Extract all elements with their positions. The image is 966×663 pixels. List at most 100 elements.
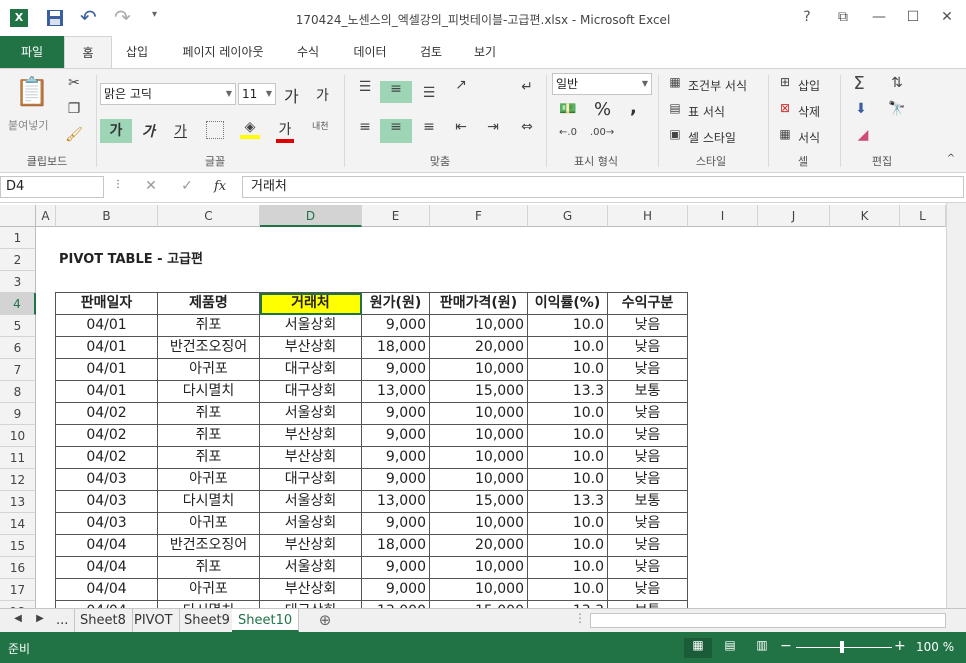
column-header-e[interactable]: E xyxy=(362,205,430,227)
sheet-title[interactable]: PIVOT TABLE - 고급편 xyxy=(59,249,359,271)
font-name-select[interactable]: 맑은 고딕 ▼ xyxy=(100,83,236,105)
tab-view[interactable]: 보기 xyxy=(462,36,508,68)
table-cell[interactable]: 15,000 xyxy=(430,491,528,513)
zoom-level[interactable]: 100 % xyxy=(916,640,954,654)
table-cell[interactable]: 부산상회 xyxy=(260,535,362,557)
table-cell[interactable]: 10.0 xyxy=(528,425,608,447)
select-all-corner[interactable] xyxy=(0,205,36,227)
row-header-9[interactable]: 9 xyxy=(0,403,36,425)
table-cell[interactable]: 낮음 xyxy=(608,359,688,381)
table-cell[interactable]: 서울상회 xyxy=(260,403,362,425)
table-cell[interactable]: 9,000 xyxy=(362,579,430,601)
border-icon[interactable] xyxy=(206,121,224,139)
table-cell[interactable]: 9,000 xyxy=(362,469,430,491)
table-cell[interactable]: 다시멸치 xyxy=(158,491,260,513)
table-cell[interactable]: 04/02 xyxy=(56,447,158,469)
column-header-j[interactable]: J xyxy=(758,205,830,227)
column-header-i[interactable]: I xyxy=(688,205,758,227)
table-cell[interactable]: 보통 xyxy=(608,381,688,403)
table-cell[interactable]: 04/01 xyxy=(56,315,158,337)
table-cell[interactable]: 10.0 xyxy=(528,557,608,579)
column-header-c[interactable]: C xyxy=(158,205,260,227)
paste-button[interactable]: 붙여넣기 xyxy=(8,117,48,133)
table-cell[interactable]: 04/02 xyxy=(56,425,158,447)
table-cell[interactable]: 13,000 xyxy=(362,601,430,608)
table-cell[interactable]: 낮음 xyxy=(608,425,688,447)
table-cell[interactable]: 10,000 xyxy=(430,469,528,491)
table-cell[interactable]: 다시멸치 xyxy=(158,601,260,608)
sheet-tab-pivot[interactable]: PIVOT xyxy=(128,609,180,632)
align-right-icon[interactable]: ≡ xyxy=(418,119,440,135)
clear-icon[interactable]: ◢ xyxy=(852,127,874,143)
table-cell[interactable]: 04/04 xyxy=(56,535,158,557)
zoom-slider-handle[interactable] xyxy=(840,641,844,653)
table-cell[interactable]: 쥐포 xyxy=(158,557,260,579)
conditional-format-icon[interactable]: ▦ xyxy=(666,75,684,89)
ribbon-display-button[interactable]: ⧉ xyxy=(832,6,854,28)
table-cell[interactable]: 18,000 xyxy=(362,535,430,557)
table-cell[interactable]: 13.3 xyxy=(528,381,608,403)
tab-file[interactable]: 파일 xyxy=(0,36,64,68)
table-cell[interactable]: 04/04 xyxy=(56,579,158,601)
autosum-icon[interactable]: Σ xyxy=(848,73,870,94)
table-cell[interactable]: 부산상회 xyxy=(260,337,362,359)
fill-icon[interactable]: ⬇ xyxy=(850,101,872,117)
enter-icon[interactable]: ✓ xyxy=(178,178,196,194)
row-header-15[interactable]: 15 xyxy=(0,535,36,557)
table-cell[interactable]: 9,000 xyxy=(362,359,430,381)
table-cell[interactable]: 15,000 xyxy=(430,381,528,403)
fill-color-icon[interactable]: ◈ xyxy=(240,119,260,139)
bold-button[interactable]: 가 xyxy=(100,119,132,143)
column-header-g[interactable]: G xyxy=(528,205,608,227)
column-header-b[interactable]: B xyxy=(56,205,158,227)
comma-button[interactable]: , xyxy=(630,97,637,118)
table-cell[interactable]: 04/02 xyxy=(56,403,158,425)
table-cell[interactable]: 9,000 xyxy=(362,513,430,535)
table-cell[interactable]: 아귀포 xyxy=(158,513,260,535)
table-cell[interactable]: 04/03 xyxy=(56,513,158,535)
insert-cells-button[interactable]: 삽입 xyxy=(798,77,820,94)
add-sheet-icon[interactable]: ⊕ xyxy=(316,611,334,629)
table-cell[interactable]: 10,000 xyxy=(430,315,528,337)
column-header-a[interactable]: A xyxy=(36,205,56,227)
table-cell[interactable]: 서울상회 xyxy=(260,491,362,513)
format-as-table-button[interactable]: 표 서식 xyxy=(688,103,725,120)
table-cell[interactable]: 10.0 xyxy=(528,359,608,381)
table-cell[interactable]: 13.3 xyxy=(528,601,608,608)
table-cell[interactable]: 9,000 xyxy=(362,557,430,579)
format-cells-button[interactable]: 서식 xyxy=(798,129,820,146)
column-header-h[interactable]: H xyxy=(608,205,688,227)
zoom-in-button[interactable]: + xyxy=(894,638,906,654)
format-painter-icon[interactable]: 🖌 xyxy=(64,127,84,143)
table-cell[interactable]: 9,000 xyxy=(362,425,430,447)
column-header-f[interactable]: F xyxy=(430,205,528,227)
row-header-17[interactable]: 17 xyxy=(0,579,36,601)
align-middle-icon[interactable]: ≡ xyxy=(380,81,412,103)
percent-button[interactable]: % xyxy=(594,99,611,120)
table-cell[interactable]: 04/03 xyxy=(56,469,158,491)
scroll-right-icon[interactable]: ▶ xyxy=(34,613,46,624)
table-cell[interactable]: 10.0 xyxy=(528,469,608,491)
orientation-icon[interactable]: ↗ xyxy=(448,77,474,93)
table-cell[interactable]: 13,000 xyxy=(362,381,430,403)
tab-formulas[interactable]: 수식 xyxy=(284,36,332,68)
table-cell[interactable]: 보통 xyxy=(608,601,688,608)
table-cell[interactable]: 15,000 xyxy=(430,601,528,608)
selected-cell[interactable]: 거래처 xyxy=(260,293,362,315)
find-select-icon[interactable]: 🔭 xyxy=(886,101,908,117)
table-cell[interactable]: 9,000 xyxy=(362,447,430,469)
collapse-ribbon-icon[interactable]: ^ xyxy=(944,153,958,164)
table-cell[interactable]: 부산상회 xyxy=(260,425,362,447)
table-cell[interactable]: 낮음 xyxy=(608,469,688,491)
tab-home[interactable]: 홈 xyxy=(64,36,112,69)
row-header-14[interactable]: 14 xyxy=(0,513,36,535)
table-cell[interactable]: 13.3 xyxy=(528,491,608,513)
row-header-3[interactable]: 3 xyxy=(0,271,36,293)
sheet-tab-sheet9[interactable]: Sheet9 xyxy=(178,609,237,632)
table-cell[interactable]: 13,000 xyxy=(362,491,430,513)
table-cell[interactable]: 18,000 xyxy=(362,337,430,359)
grow-font-button[interactable]: 가 xyxy=(284,83,299,107)
table-cell[interactable]: 20,000 xyxy=(430,535,528,557)
copy-icon[interactable]: ❐ xyxy=(64,101,84,117)
row-header-11[interactable]: 11 xyxy=(0,447,36,469)
